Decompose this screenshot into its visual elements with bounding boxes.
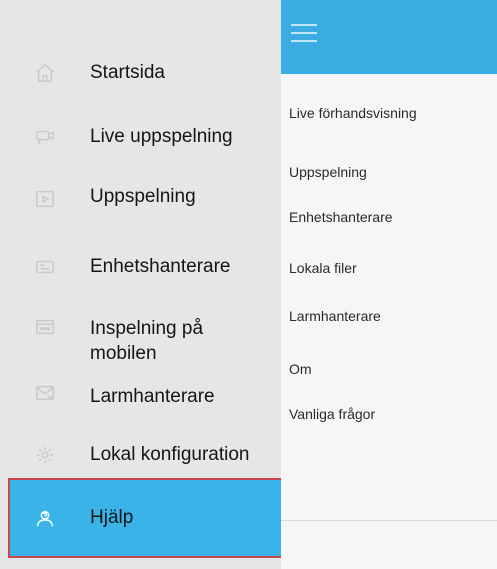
- menu-item-enhetshanterare[interactable]: Enhetshanterare: [289, 209, 393, 225]
- menu-item-vanliga-fragor[interactable]: Vanliga frågor: [289, 406, 375, 422]
- sidebar-item-label: Enhetshanterare: [90, 256, 231, 277]
- help-icon: [34, 507, 56, 529]
- divider: [281, 520, 497, 521]
- menu-item-larmhanterare[interactable]: Larmhanterare: [289, 308, 381, 324]
- menu-item-uppspelning[interactable]: Uppspelning: [289, 164, 367, 180]
- sidebar-item-larmhanterare[interactable]: Larmhanterare: [0, 382, 281, 412]
- sidebar: Startsida Live uppspelning Uppspelning E…: [0, 0, 283, 569]
- camera-icon: [34, 126, 56, 148]
- sidebar-item-label: Inspelning på mobilen: [90, 318, 204, 364]
- recording-icon: [34, 316, 56, 338]
- sidebar-item-label: Startsida: [90, 62, 165, 83]
- sidebar-item-lokal-konfiguration[interactable]: Lokal konfiguration: [0, 440, 281, 470]
- device-icon: [34, 256, 56, 278]
- hamburger-menu-icon[interactable]: [291, 22, 319, 44]
- sidebar-item-label: Uppspelning: [90, 186, 196, 207]
- sidebar-item-label: Live uppspelning: [90, 126, 233, 147]
- sidebar-item-inspelning[interactable]: Inspelning på mobilen: [0, 316, 281, 370]
- menu-item-om[interactable]: Om: [289, 361, 312, 377]
- top-bar: [281, 0, 497, 74]
- sidebar-item-hjalp[interactable]: Hjälp: [8, 478, 283, 558]
- sidebar-item-label: Larmhanterare: [90, 386, 215, 407]
- sidebar-item-startsida[interactable]: Startsida: [0, 58, 281, 88]
- sidebar-item-label: Hjälp: [90, 507, 134, 528]
- menu-item-live-forhandsvisning[interactable]: Live förhandsvisning: [289, 105, 417, 121]
- sidebar-item-uppspelning[interactable]: Uppspelning: [0, 184, 281, 214]
- menu-item-lokala-filer[interactable]: Lokala filer: [289, 260, 357, 276]
- settings-icon: [34, 444, 56, 466]
- home-icon: [34, 62, 56, 84]
- menu-panel: Live förhandsvisning Uppspelning Enhetsh…: [281, 74, 497, 569]
- sidebar-item-enhetshanterare[interactable]: Enhetshanterare: [0, 252, 281, 282]
- sidebar-item-label: Lokal konfiguration: [90, 444, 250, 465]
- sidebar-item-live[interactable]: Live uppspelning: [0, 122, 281, 152]
- playback-icon: [34, 188, 56, 210]
- alarm-icon: [34, 382, 56, 404]
